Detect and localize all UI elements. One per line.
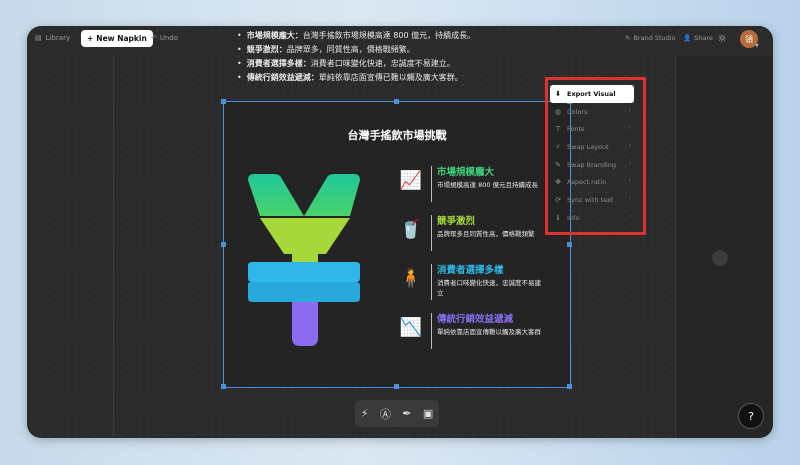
app-window: ▤ Library + New Napkin ↶ Undo 市場規模龐大：台灣手… xyxy=(27,26,773,438)
text-icon: T xyxy=(555,125,561,134)
drinks-icon: 🥤 xyxy=(399,219,423,240)
chevron-right-icon: › xyxy=(628,195,631,203)
image-icon[interactable]: ▣ xyxy=(423,407,433,420)
chart-up-icon: 📈 xyxy=(399,170,423,191)
brush-icon: ✎ xyxy=(555,160,561,169)
move-icon: ✥ xyxy=(555,178,561,187)
help-button[interactable]: ? xyxy=(738,403,764,429)
undo-label: Undo xyxy=(159,34,179,42)
yen-bar-lower xyxy=(248,282,360,302)
brush-icon: ✎ xyxy=(625,34,631,42)
item-desc: 單純依靠店面宣傳難以觸及廣大客群 xyxy=(437,328,541,336)
resize-handle[interactable] xyxy=(221,99,226,104)
menu-item-swap-branding[interactable]: ✎ Swap Branding › xyxy=(550,156,634,174)
yen-graphic xyxy=(248,174,360,346)
context-menu: ⬇ Export Visual ◍ Colors › T Fonts › ⚡ S… xyxy=(550,85,634,227)
card-title: 台灣手搖飲市場挑戰 xyxy=(347,129,447,142)
bottom-toolbar: ⚡ Ⓐ ✒ ▣ xyxy=(355,400,439,427)
user-icon: 👤 xyxy=(683,34,692,42)
plus-icon: + xyxy=(87,34,94,43)
share-label: Share xyxy=(694,34,713,42)
right-panel xyxy=(675,56,773,438)
divider xyxy=(431,313,432,349)
menu-item-aspect-ratio[interactable]: ✥ Aspect ratio › xyxy=(550,173,634,191)
chevron-right-icon: › xyxy=(628,212,631,220)
chevron-down-icon[interactable]: ▼ xyxy=(755,43,759,49)
palette-icon: ◍ xyxy=(554,107,562,116)
menu-item-fonts[interactable]: T Fonts › xyxy=(550,120,634,138)
menu-item-swap-layout[interactable]: ⚡ Swap Layout › xyxy=(550,138,634,156)
bullet-3: 消費者選擇多樣：消費者口味變化快速，忠誠度不易建立。 xyxy=(237,57,475,71)
source-text[interactable]: 市場規模龐大：台灣手搖飲市場規模高達 800 億元，持續成長。 競爭激烈：品牌眾… xyxy=(237,29,475,85)
yen-bar-upper xyxy=(248,262,360,282)
bullet-2: 競爭激烈：品牌眾多，同質性高，價格戰頻繁。 xyxy=(237,43,475,57)
bullet-4: 傳統行銷效益遞減：單純依靠店面宣傳已難以觸及廣大客群。 xyxy=(237,71,475,85)
item-heading: 傳統行銷效益遞減 xyxy=(437,314,514,325)
yen-stem xyxy=(292,302,318,346)
person-drink-icon: 🧍 xyxy=(399,268,423,289)
resize-handle[interactable] xyxy=(567,242,572,247)
visual-canvas[interactable]: 台灣手搖飲市場挑戰 📈 市場規模龐大 市場規模高達 800 億元且持續成長 🥤 … xyxy=(221,99,572,389)
library-link[interactable]: ▤ Library xyxy=(35,34,70,42)
library-icon: ▤ xyxy=(35,34,42,42)
item-desc: 品牌眾多且同質性高，價格戰頻繁 xyxy=(437,230,535,238)
new-napkin-button[interactable]: + New Napkin xyxy=(81,30,153,47)
chevron-right-icon: › xyxy=(628,177,631,185)
menu-item-export-visual[interactable]: ⬇ Export Visual xyxy=(550,85,634,103)
chevron-right-icon: › xyxy=(628,106,631,114)
undo-icon: ↶ xyxy=(151,34,157,42)
info-icon: ℹ xyxy=(556,213,560,222)
scroll-knob[interactable] xyxy=(712,250,728,266)
divider xyxy=(431,264,432,300)
divider xyxy=(431,166,432,202)
share-button[interactable]: 👤 Share xyxy=(683,34,713,42)
chevron-right-icon: › xyxy=(628,124,631,132)
brand-studio-button[interactable]: ✎ Brand Studio xyxy=(625,34,676,42)
left-panel xyxy=(27,56,114,436)
list-item: 📉 傳統行銷效益遞減 單純依靠店面宣傳難以觸及廣大客群 xyxy=(396,311,564,360)
sync-icon: ⟳ xyxy=(555,195,561,204)
divider xyxy=(431,215,432,251)
chevron-right-icon: › xyxy=(628,159,631,167)
bolt-icon[interactable]: ⚡ xyxy=(361,407,369,420)
theme-toggle-icon[interactable]: ☼ xyxy=(717,32,727,45)
top-bar: ▤ Library + New Napkin ↶ Undo 市場規模龐大：台灣手… xyxy=(27,26,773,82)
bullet-1: 市場規模龐大：台灣手搖飲市場規模高達 800 億元，持續成長。 xyxy=(237,29,475,43)
item-heading: 競爭激烈 xyxy=(437,216,476,227)
download-icon: ⬇ xyxy=(555,89,561,98)
bolt-icon: ⚡ xyxy=(555,142,561,151)
resize-handle[interactable] xyxy=(221,384,226,389)
item-heading: 消費者選擇多樣 xyxy=(437,265,504,276)
resize-handle[interactable] xyxy=(394,99,399,104)
list-item: 📈 市場規模龐大 市場規模高達 800 億元且持續成長 xyxy=(396,164,564,213)
challenge-list: 📈 市場規模龐大 市場規模高達 800 億元且持續成長 🥤 競爭激烈 品牌眾多且… xyxy=(396,164,564,360)
resize-handle[interactable] xyxy=(567,384,572,389)
chevron-right-icon: › xyxy=(628,142,631,150)
pen-icon[interactable]: ✒ xyxy=(402,407,411,420)
yen-top-segment xyxy=(248,174,360,216)
item-desc: 消費者口味變化快速，忠誠度不易建立 xyxy=(437,279,541,297)
brand-studio-label: Brand Studio xyxy=(633,34,676,42)
menu-item-info[interactable]: ℹ Info › xyxy=(550,209,634,227)
resize-handle[interactable] xyxy=(394,384,399,389)
chart-down-icon: 📉 xyxy=(399,317,423,338)
menu-item-sync-with-text[interactable]: ⟳ Sync with text › xyxy=(550,191,634,209)
menu-item-colors[interactable]: ◍ Colors › xyxy=(550,103,634,121)
list-item: 🥤 競爭激烈 品牌眾多且同質性高，價格戰頻繁 xyxy=(396,213,564,262)
item-desc: 市場規模高達 800 億元且持續成長 xyxy=(437,181,539,189)
undo-button[interactable]: ↶ Undo xyxy=(151,34,178,42)
yen-middle-segment xyxy=(260,218,350,262)
text-box-icon[interactable]: Ⓐ xyxy=(380,406,391,422)
new-napkin-label: New Napkin xyxy=(96,34,147,43)
list-item: 🧍 消費者選擇多樣 消費者口味變化快速，忠誠度不易建立 xyxy=(396,262,564,311)
item-heading: 市場規模龐大 xyxy=(437,167,495,178)
library-label: Library xyxy=(45,34,71,42)
resize-handle[interactable] xyxy=(221,242,226,247)
